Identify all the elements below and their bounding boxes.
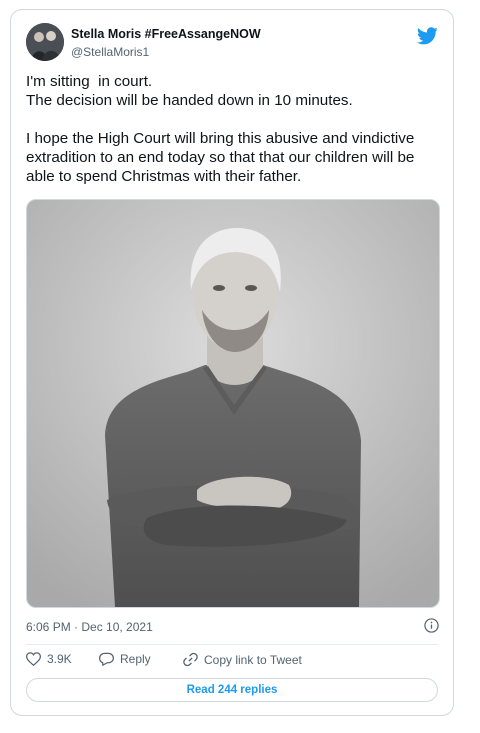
reply-icon [99,652,114,666]
heart-icon [26,652,41,666]
tweet-header: Stella Moris #FreeAssangeNOW @StellaMori… [26,21,438,65]
tweet-text-line: able to spend Christmas with their fathe… [26,168,302,185]
user-handle[interactable]: @StellaMoris1 [71,45,149,59]
tweet-text-line: The decision will be handed down in 10 m… [26,92,353,109]
copy-link-label: Copy link to Tweet [204,652,302,667]
display-name[interactable]: Stella Moris #FreeAssangeNOW [71,27,261,41]
tweet-card: Stella Moris #FreeAssangeNOW @StellaMori… [10,9,454,716]
portrait-image [27,200,439,607]
info-icon[interactable] [424,618,439,633]
tweet-text-line: I hope the High Court will bring this ab… [26,130,415,147]
avatar[interactable] [26,23,64,61]
copy-link-button[interactable]: Copy link to Tweet [183,652,302,667]
like-button[interactable]: 3.9K [26,652,72,666]
reply-label: Reply [120,652,151,666]
tweet-text: I'm sitting in court. The decision will … [26,72,446,186]
divider [26,644,438,645]
reply-button[interactable]: Reply [99,652,151,666]
twitter-bird-icon[interactable] [417,27,438,45]
link-icon [183,652,198,667]
read-replies-button[interactable]: Read 244 replies [26,678,438,702]
tweet-text-line: extradition to an end today so that that… [26,149,415,166]
tweet-photo[interactable] [26,199,440,608]
tweet-text-line: I'm sitting in court. [26,73,153,90]
tweet-timestamp[interactable]: 6:06 PM · Dec 10, 2021 [26,620,153,634]
like-count: 3.9K [47,652,72,666]
